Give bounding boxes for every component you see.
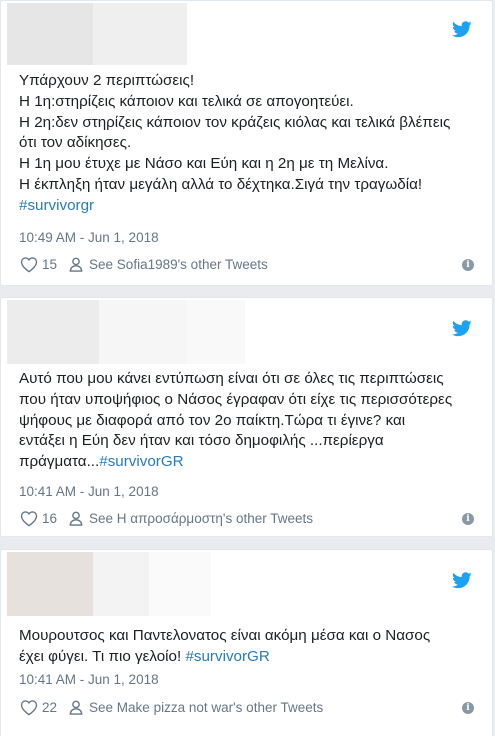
person-icon <box>69 257 83 272</box>
like-button[interactable]: 15 <box>20 256 69 273</box>
blurred-author-header <box>7 3 187 65</box>
twitter-bird-icon[interactable] <box>452 572 472 589</box>
tweet-actions: 15 See Sofia1989's other Tweets i <box>20 256 474 273</box>
other-tweets-label: See Sofia1989's other Tweets <box>89 257 268 272</box>
like-count: 16 <box>42 511 58 526</box>
blurred-avatar <box>7 300 99 364</box>
tweet-timestamp[interactable]: 10:49 AM - Jun 1, 2018 <box>19 230 159 245</box>
tweet-line: Αυτό που μου κάνει εντύπωση είναι ότι σε… <box>19 370 444 387</box>
info-icon[interactable]: i <box>462 701 474 714</box>
tweet-line: Η 1η μου έτυχε με Νάσο και Εύη και η 2η … <box>19 155 389 173</box>
tweet-line: Η έκπληξη ήταν μεγάλη αλλά το δέχτηκα.Σι… <box>19 175 423 193</box>
like-button[interactable]: 22 <box>20 699 69 716</box>
other-tweets-label: See Make pizza not war's other Tweets <box>89 700 324 715</box>
blurred-author-name <box>99 300 186 364</box>
hashtag-link[interactable]: #survivorGR <box>99 453 183 470</box>
tweet-line: που ήταν υποψήφιος ο Νάσος έγραφαν ότι ε… <box>19 390 453 408</box>
info-icon[interactable]: i <box>462 512 474 525</box>
hashtag-link[interactable]: #survivorgr <box>19 197 94 214</box>
other-tweets-link[interactable]: See Make pizza not war's other Tweets <box>69 700 323 715</box>
tweet-card: Μουρουτσος και Παντελονατος είναι ακόμη … <box>0 549 493 736</box>
tweet-card: Αυτό που μου κάνει εντύπωση είναι ότι σε… <box>0 297 493 537</box>
tweet-line: Υπάρχουν 2 περιπτώσεις! <box>19 72 195 89</box>
blurred-author-name <box>93 3 187 65</box>
blurred-author-name <box>93 552 149 616</box>
heart-icon <box>20 700 38 716</box>
blurred-avatar <box>7 3 93 65</box>
blurred-author-handle <box>186 300 245 364</box>
person-icon <box>69 700 83 715</box>
twitter-bird-icon[interactable] <box>452 320 472 337</box>
heart-icon <box>20 257 38 273</box>
person-icon <box>69 511 83 526</box>
blurred-author-handle <box>149 552 211 616</box>
hashtag-link[interactable]: #survivorGR <box>185 648 269 665</box>
blurred-author-header <box>7 300 245 364</box>
tweet-line: εντάξει η Εύη δεν ήταν και τόσο δημοφιλή… <box>19 432 384 450</box>
tweet-actions: 22 See Make pizza not war's other Tweets… <box>20 699 474 716</box>
blurred-avatar <box>7 552 93 616</box>
tweet-line: Η 1η:στηρίζεις κάποιον και τελικά σε απο… <box>19 92 354 110</box>
tweet-line: ότι τον αδίκησες. <box>19 134 132 152</box>
info-icon[interactable]: i <box>462 258 474 271</box>
tweet-text: Υπάρχουν 2 περιπτώσεις! Η 1η:στηρίζεις κ… <box>19 71 479 217</box>
other-tweets-link[interactable]: See Sofia1989's other Tweets <box>69 257 268 272</box>
blurred-author-header <box>7 552 211 616</box>
tweet-actions: 16 See Η απροσάρμοστη's other Tweets i <box>20 510 474 527</box>
tweet-text: Μουρουτσος και Παντελονατος είναι ακόμη … <box>19 626 479 668</box>
tweet-line: ψήφους με διαφορά από τον 2ο παίκτη.Τώρα… <box>19 411 406 429</box>
tweet-line: Μουρουτσος και Παντελονατος είναι ακόμη … <box>19 627 431 644</box>
like-button[interactable]: 16 <box>20 510 69 527</box>
tweet-text: Αυτό που μου κάνει εντύπωση είναι ότι σε… <box>19 369 479 473</box>
tweet-timestamp[interactable]: 10:41 AM - Jun 1, 2018 <box>19 672 159 687</box>
tweet-line: Η 2η:δεν στηρίζεις κάποιον τον κράζεις κ… <box>19 113 451 131</box>
tweet-line: πράγματα... <box>19 453 100 471</box>
like-count: 22 <box>42 700 58 715</box>
twitter-bird-icon[interactable] <box>452 21 472 38</box>
heart-icon <box>20 511 38 527</box>
like-count: 15 <box>42 257 58 272</box>
tweet-line: έχει φύγει. Τι πιο γελοίο! <box>19 647 186 665</box>
other-tweets-label: See Η απροσάρμοστη's other Tweets <box>89 511 314 526</box>
other-tweets-link[interactable]: See Η απροσάρμοστη's other Tweets <box>69 511 313 526</box>
tweet-timestamp[interactable]: 10:41 AM - Jun 1, 2018 <box>19 484 159 499</box>
tweet-card: Υπάρχουν 2 περιπτώσεις! Η 1η:στηρίζεις κ… <box>0 0 493 286</box>
